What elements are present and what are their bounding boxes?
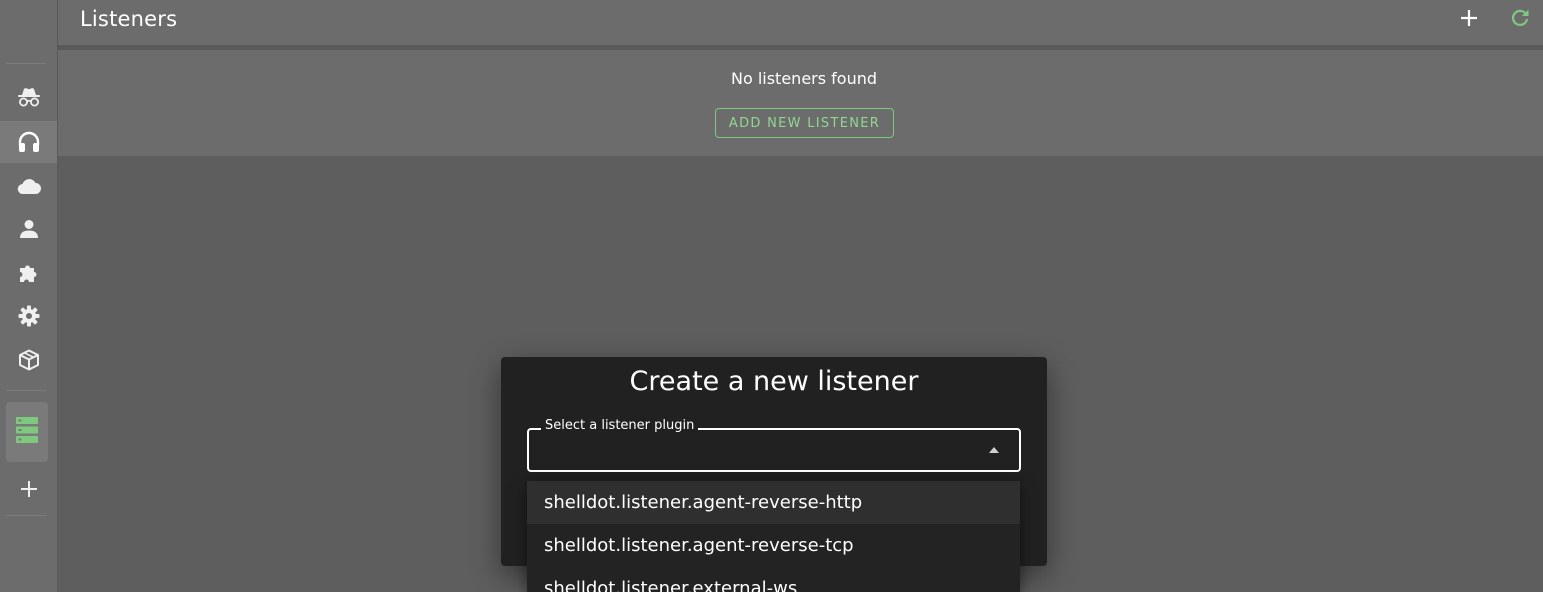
sidebar-item-cloud[interactable]: [0, 165, 57, 207]
sidebar-divider: [6, 515, 46, 516]
menu-option[interactable]: shelldot.listener.agent-reverse-tcp: [527, 524, 1020, 567]
sidebar-divider: [6, 390, 46, 391]
gear-icon: [18, 305, 40, 327]
chevron-up-icon[interactable]: [989, 447, 999, 453]
server-icon: [16, 417, 38, 447]
page-title: Listeners: [80, 7, 178, 31]
menu-option[interactable]: shelldot.listener.external-ws: [527, 567, 1020, 592]
sidebar-item-servers[interactable]: [6, 402, 48, 462]
sidebar-item-packages[interactable]: [0, 339, 57, 381]
user-icon: [19, 219, 39, 239]
plugin-options-menu: shelldot.listener.agent-reverse-http she…: [527, 481, 1020, 592]
puzzle-icon: [18, 262, 40, 284]
empty-state-message: No listeners found: [730, 69, 878, 88]
dialog-title: Create a new listener: [629, 366, 919, 397]
refresh-icon: [1510, 8, 1530, 32]
listener-plugin-select[interactable]: Select a listener plugin: [527, 418, 1021, 472]
headset-icon: [18, 131, 40, 153]
add-listener-button[interactable]: [1457, 8, 1481, 32]
sidebar-item-agents[interactable]: [0, 76, 57, 118]
cloud-icon: [17, 177, 41, 195]
sidebar-item-settings[interactable]: [0, 295, 57, 337]
sidebar-item-users[interactable]: [0, 208, 57, 250]
sidebar-item-listeners[interactable]: [0, 121, 57, 163]
sidebar-divider: [6, 63, 46, 64]
top-bar: Listeners: [58, 0, 1543, 45]
sidebar-add-button[interactable]: [0, 468, 57, 510]
sidebar: [0, 0, 58, 592]
menu-option[interactable]: shelldot.listener.agent-reverse-http: [527, 481, 1020, 524]
plus-icon: [20, 480, 38, 498]
incognito-icon: [17, 86, 41, 108]
empty-state-panel: No listeners found ADD NEW LISTENER: [58, 50, 1543, 156]
select-label: Select a listener plugin: [541, 418, 699, 433]
plus-icon: [1460, 9, 1478, 31]
refresh-button[interactable]: [1508, 8, 1532, 32]
add-new-listener-button[interactable]: ADD NEW LISTENER: [715, 108, 894, 138]
sidebar-item-plugins[interactable]: [0, 252, 57, 294]
package-icon: [18, 349, 40, 371]
